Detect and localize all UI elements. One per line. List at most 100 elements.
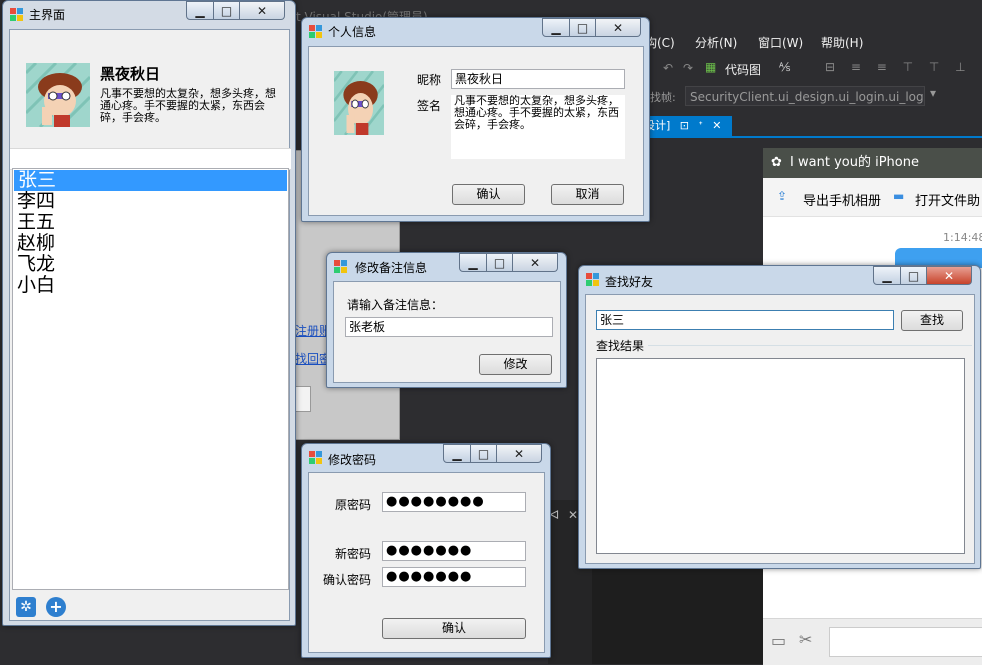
align-icons[interactable]: ⊟ ≡ ≡ ⊤ ⊤ ⊥ <box>825 60 972 74</box>
search-input[interactable]: 张三 <box>596 310 894 330</box>
combo-arrow-icon[interactable]: ▾ <box>930 86 936 100</box>
menu-help[interactable]: 帮助(H) <box>821 34 863 51</box>
qq-bottom-bar: ▭ ✂ <box>763 618 982 665</box>
nickname-field[interactable]: 黑夜秋日 <box>451 69 625 89</box>
tab-designer[interactable]: 设计] ⊡ ᐩ ✕ <box>640 116 732 136</box>
pane-close-icon[interactable]: ✕ <box>568 508 578 522</box>
signature: 凡事不要想的太复杂，想多头疼，想通心疼。手不要握的太紧，东西会碎，手会疼。 <box>100 87 276 124</box>
caption-buttons: ▁ □ ✕ <box>443 444 542 463</box>
caption-buttons: ▁ □ ✕ <box>542 18 641 37</box>
export-album-button[interactable]: 导出手机相册 <box>803 190 881 209</box>
minimize-button[interactable]: ▁ <box>873 266 901 285</box>
pin-icon[interactable]: ⊡ <box>680 119 689 132</box>
profile-client: 昵称 黑夜秋日 签名 凡事不要想的太复杂，想多头疼，想通心疼。手不要握的太紧，东… <box>308 46 644 216</box>
format-icon[interactable]: ⅍ <box>779 60 790 74</box>
maximize-button[interactable]: □ <box>471 444 497 463</box>
friend-item[interactable]: 张三 <box>14 170 287 191</box>
avatar[interactable] <box>334 71 384 135</box>
modify-button[interactable]: 修改 <box>479 354 552 375</box>
minimize-button[interactable]: ▁ <box>443 444 471 463</box>
menu-analyze[interactable]: 分析(N) <box>695 34 737 51</box>
signature-label: 签名 <box>417 99 442 113</box>
signature-field[interactable]: 凡事不要想的太复杂，想多头疼，想通心疼。手不要握的太紧，东西会碎，手会疼。 <box>451 95 625 159</box>
minimize-button[interactable]: ▁ <box>186 1 214 20</box>
add-friend-button[interactable]: + <box>46 597 66 617</box>
caption-buttons: ▁ □ ✕ <box>186 1 285 20</box>
settings-button[interactable]: ✲ <box>16 597 36 617</box>
results-list[interactable] <box>596 358 965 554</box>
nickname-label: 昵称 <box>417 73 442 87</box>
open-folder-button[interactable]: 打开文件助 <box>915 190 980 209</box>
old-password-label: 原密码 <box>335 498 372 512</box>
code-map-button[interactable]: 代码图 <box>725 61 761 78</box>
maximize-button[interactable]: □ <box>487 253 513 272</box>
maximize-button[interactable]: □ <box>570 18 596 37</box>
search-button[interactable]: 查找 <box>901 310 963 331</box>
folder-icon[interactable]: ▬ <box>893 189 904 203</box>
app-icon <box>10 8 24 22</box>
search-window: 查找好友 ▁ □ ✕ 张三 查找 查找结果 <box>578 265 981 569</box>
maximize-button[interactable]: □ <box>901 266 927 285</box>
vs-nav: 找帧: SecurityClient.ui_design.ui_login.ui… <box>640 86 982 110</box>
minimize-button[interactable]: ▁ <box>542 18 570 37</box>
maximize-button[interactable]: □ <box>214 1 240 20</box>
qq-penguin-icon: ✿ <box>771 155 782 170</box>
qq-title-bar: ✿ I want you的 iPhone <box>763 148 982 178</box>
qq-input[interactable] <box>829 627 982 657</box>
cancel-button[interactable]: 取消 <box>551 184 624 205</box>
main-window: 主界面 ▁ □ ✕ 黑夜秋日 凡事不要想的太复杂，想多头疼，想通心疼。手不要握的… <box>2 0 296 626</box>
nickname: 黑夜秋日 <box>100 65 161 83</box>
main-client: 黑夜秋日 凡事不要想的太复杂，想多头疼，想通心疼。手不要握的太紧，东西会碎，手会… <box>9 29 291 622</box>
remark-client: 请输入备注信息： 张老板 修改 <box>333 281 561 383</box>
caption-buttons: ▁ □ ✕ <box>459 253 558 272</box>
app-icon <box>334 260 348 274</box>
app-icon <box>586 273 600 287</box>
qq-title: I want you的 iPhone <box>790 155 919 170</box>
results-label: 查找结果 <box>596 339 645 353</box>
ok-button[interactable]: 确认 <box>452 184 525 205</box>
folder-outline-icon[interactable]: ▭ <box>771 631 786 650</box>
tab-close-icon[interactable]: ✕ <box>712 119 721 132</box>
minimize-button[interactable]: ▁ <box>459 253 487 272</box>
close-button[interactable]: ✕ <box>927 266 972 285</box>
code-map-icon[interactable]: ▦ <box>705 60 716 74</box>
remark-input[interactable]: 张老板 <box>345 317 553 337</box>
main-bottom-bar: ✲ + <box>10 592 291 622</box>
friend-item[interactable]: 李四 <box>13 191 288 212</box>
gear-icon: ✲ <box>20 599 32 615</box>
vs-tabstrip: 设计] ⊡ ᐩ ✕ <box>640 116 982 138</box>
app-icon <box>309 451 323 465</box>
old-password-field[interactable]: ●●●●●●●● <box>382 492 526 512</box>
remark-prompt: 请输入备注信息： <box>347 298 444 312</box>
tab-pin-icon[interactable]: ᐩ <box>699 119 703 132</box>
search-strip[interactable] <box>10 148 291 170</box>
new-password-field[interactable]: ●●●●●●● <box>382 541 526 561</box>
search-client: 张三 查找 查找结果 <box>585 294 975 564</box>
close-button[interactable]: ✕ <box>513 253 558 272</box>
close-button[interactable]: ✕ <box>240 1 285 20</box>
window-title: 修改备注信息 <box>355 261 428 275</box>
pane-pin-icon[interactable]: ᐊ <box>550 508 559 522</box>
nav-combo[interactable]: SecurityClient.ui_design.ui_login.ui_log… <box>685 86 925 106</box>
password-window: 修改密码 ▁ □ ✕ 原密码 ●●●●●●●● 新密码 ●●●●●●● 确认密码… <box>301 443 551 658</box>
window-title: 修改密码 <box>328 453 377 467</box>
redo-icon[interactable]: ↷ <box>683 61 693 75</box>
friend-item[interactable]: 赵柳 <box>13 233 288 254</box>
confirm-button[interactable]: 确认 <box>382 618 526 639</box>
avatar[interactable] <box>26 63 90 127</box>
password-client: 原密码 ●●●●●●●● 新密码 ●●●●●●● 确认密码 ●●●●●●● 确认 <box>308 472 545 653</box>
caption-buttons: ▁ □ ✕ <box>873 266 972 285</box>
export-album-icon[interactable]: ⇪ <box>777 189 787 203</box>
friend-item[interactable]: 飞龙 <box>13 254 288 275</box>
scissors-icon[interactable]: ✂ <box>799 630 812 649</box>
close-button[interactable]: ✕ <box>497 444 542 463</box>
undo-icon[interactable]: ↶ <box>663 61 673 75</box>
results-group-line <box>648 345 972 346</box>
confirm-password-field[interactable]: ●●●●●●● <box>382 567 526 587</box>
close-button[interactable]: ✕ <box>596 18 641 37</box>
menu-window[interactable]: 窗口(W) <box>758 34 803 51</box>
friend-list[interactable]: 张三 李四 王五 赵柳 飞龙 小白 <box>12 168 289 590</box>
app-icon <box>309 25 323 39</box>
friend-item[interactable]: 小白 <box>13 275 288 296</box>
friend-item[interactable]: 王五 <box>13 212 288 233</box>
